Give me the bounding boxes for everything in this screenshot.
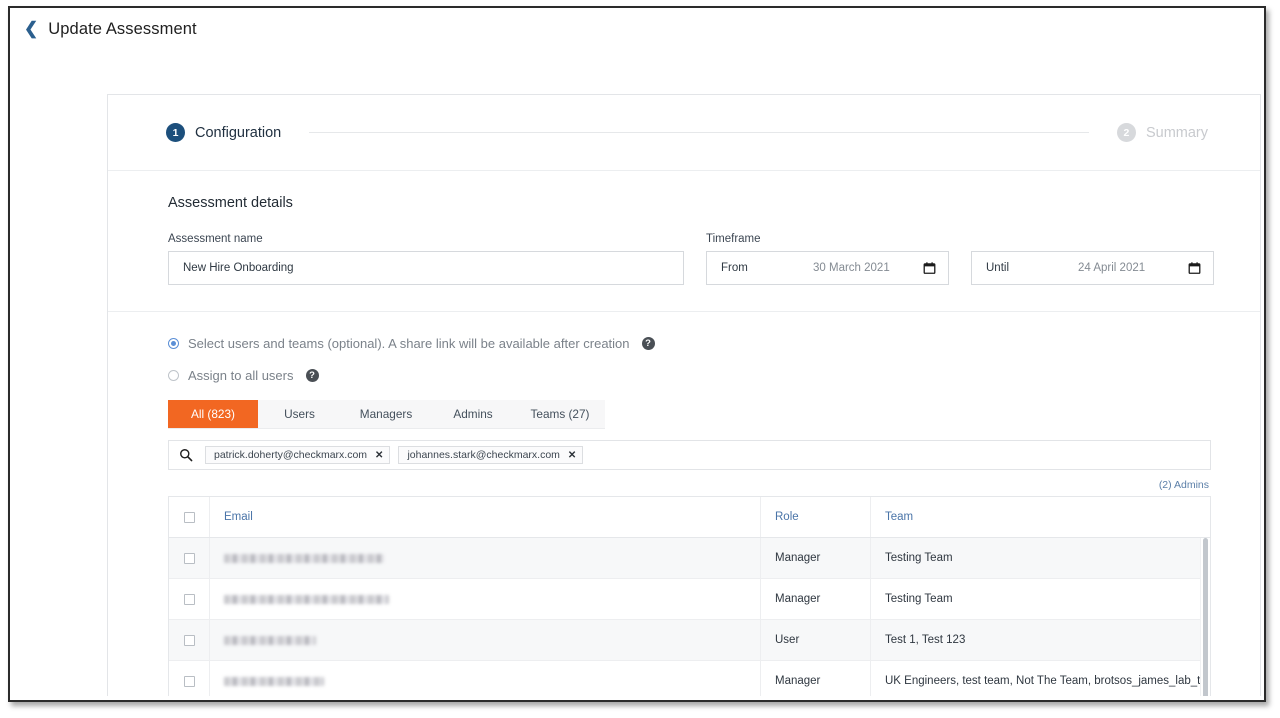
timeframe-field-group: Timeframe From 30 March 2021 Until 24 Ap… [706,233,1214,285]
tab-users[interactable]: Users [258,400,341,428]
column-header-role[interactable]: Role [760,497,870,537]
redacted-email [224,553,384,563]
column-header-team[interactable]: Team [870,497,1210,537]
step-1-label: Configuration [195,124,282,141]
date-until-field[interactable]: Until 24 April 2021 [971,251,1214,285]
select-all-checkbox[interactable] [183,511,195,523]
search-chip-label: johannes.stark@checkmarx.com [407,449,560,461]
help-circle-icon[interactable]: ? [305,369,319,382]
screen-root: ❮ Update Assessment 1 Configuration 2 Su… [0,0,1280,718]
date-until-value: 24 April 2021 [1078,262,1146,274]
column-header-email[interactable]: Email [209,497,760,537]
cell-team: Testing Team [870,538,1210,578]
table-row[interactable]: Manager UK Engineers, test team, Not The… [169,661,1210,696]
search-input[interactable]: patrick.doherty@checkmarx.com ✕ johannes… [168,440,1211,470]
redacted-email [224,676,324,686]
assessment-details-section: Assessment details Assessment name Timef… [108,171,1260,312]
tab-managers[interactable]: Managers [341,400,431,428]
radio-assign-all[interactable] [168,370,179,381]
section-title: Assessment details [168,195,293,211]
tab-admins[interactable]: Admins [431,400,515,428]
help-circle-icon[interactable]: ? [641,337,655,350]
admins-count-label: (2) Admins [1158,479,1209,491]
step-configuration[interactable]: 1 Configuration [166,123,281,142]
assignment-section: Select users and teams (optional). A sha… [108,312,1260,696]
cell-role: Manager [760,579,870,619]
step-1-badge: 1 [166,123,185,142]
cell-role: User [760,620,870,660]
assessment-name-input[interactable] [168,251,684,285]
close-icon[interactable]: ✕ [568,450,576,461]
table-scrollbar[interactable] [1200,538,1210,696]
search-chip[interactable]: johannes.stark@checkmarx.com ✕ [398,446,584,464]
radio-option-assign-all[interactable]: Assign to all users ? [168,368,1214,383]
redacted-email [224,594,389,604]
audience-tabs: All (823) Users Managers Admins Teams (2… [168,400,605,429]
row-select-cell [169,675,209,687]
cell-email [209,620,760,660]
date-until-prefix: Until [986,262,1010,274]
step-summary[interactable]: 2 Summary [1116,123,1208,142]
cell-team: UK Engineers, test team, Not The Team, b… [870,661,1210,696]
row-select-cell [169,593,209,605]
tab-all[interactable]: All (823) [168,400,258,428]
cell-role: Manager [760,538,870,578]
search-chip[interactable]: patrick.doherty@checkmarx.com ✕ [205,446,391,464]
calendar-icon[interactable] [1188,261,1201,275]
row-select-cell [169,634,209,646]
tab-teams[interactable]: Teams (27) [515,400,605,428]
radio-select-users[interactable] [168,338,179,349]
close-icon[interactable]: ✕ [375,450,383,461]
assessment-name-label: Assessment name [168,233,263,245]
window-frame: ❮ Update Assessment 1 Configuration 2 Su… [8,6,1266,702]
users-table: Email Role Team Manager Testing Team Man… [168,496,1211,696]
table-header-row: Email Role Team [169,497,1210,538]
date-from-value: 30 March 2021 [813,262,890,274]
search-icon[interactable] [179,448,193,462]
redacted-email [224,635,316,645]
step-2-badge: 2 [1116,123,1136,142]
radio-assign-all-label: Assign to all users [188,368,294,383]
page-title: Update Assessment [48,20,197,38]
date-from-prefix: From [721,262,748,274]
cell-role: Manager [760,661,870,696]
cell-team: Testing Team [870,579,1210,619]
cell-team-underlined: UK Engineers, test team [885,675,1010,687]
cell-email [209,579,760,619]
table-row[interactable]: Manager Testing Team [169,579,1210,620]
details-fields-row: Assessment name Timeframe From 30 March … [168,233,1214,285]
select-all-cell [169,511,209,523]
radio-select-users-label: Select users and teams (optional). A sha… [188,336,630,351]
configuration-card: 1 Configuration 2 Summary Assessment det… [107,94,1261,696]
table-row[interactable]: Manager Testing Team [169,538,1210,579]
timeframe-label: Timeframe [706,233,761,245]
row-select-cell [169,552,209,564]
wizard-stepper: 1 Configuration 2 Summary [108,95,1260,171]
table-row[interactable]: User Test 1, Test 123 [169,620,1210,661]
row-checkbox[interactable] [183,552,195,564]
assessment-name-field: Assessment name [168,233,684,285]
cell-team-rest: , Not The Team, brotsos_james_lab_team, … [1009,675,1210,687]
step-2-label: Summary [1145,124,1208,141]
row-checkbox[interactable] [183,634,195,646]
search-chip-label: patrick.doherty@checkmarx.com [214,449,368,461]
cell-email [209,661,760,696]
page-header: ❮ Update Assessment [24,20,197,39]
calendar-icon[interactable] [923,261,936,275]
cell-team-text: UK Engineers, test team, Not The Team, b… [885,675,1210,687]
chevron-left-icon[interactable]: ❮ [24,20,38,37]
row-checkbox[interactable] [183,593,195,605]
table-scrollbar-thumb[interactable] [1203,538,1208,696]
radio-option-select-users[interactable]: Select users and teams (optional). A sha… [168,336,1214,351]
cell-email [209,538,760,578]
cell-team: Test 1, Test 123 [870,620,1210,660]
stepper-connector [309,132,1089,133]
row-checkbox[interactable] [183,675,195,687]
date-from-field[interactable]: From 30 March 2021 [706,251,949,285]
